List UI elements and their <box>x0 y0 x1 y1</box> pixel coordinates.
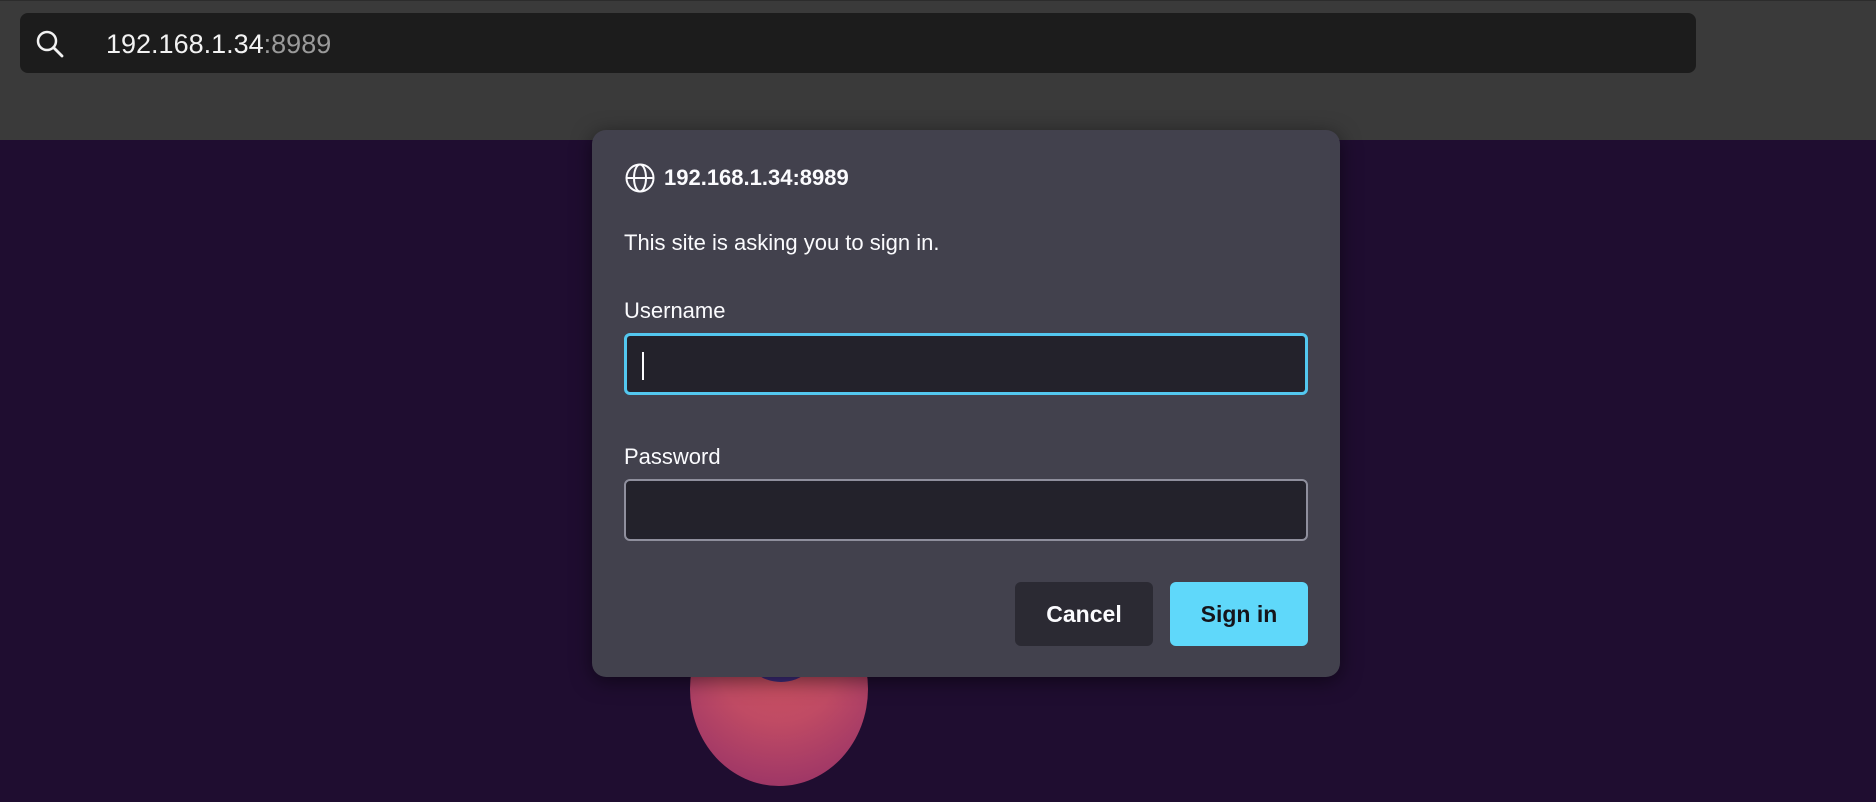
address-bar[interactable]: 192.168.1.34:8989 <box>20 13 1696 73</box>
search-icon <box>36 30 64 58</box>
sign-in-dialog: 192.168.1.34:8989 This site is asking yo… <box>592 130 1340 677</box>
cancel-button[interactable]: Cancel <box>1015 582 1153 646</box>
password-label: Password <box>624 444 721 469</box>
dialog-host: 192.168.1.34:8989 <box>664 165 849 190</box>
dialog-header: 192.168.1.34:8989 <box>624 162 849 194</box>
url-host: 192.168.1.34 <box>106 29 264 59</box>
username-label: Username <box>624 298 726 323</box>
text-cursor <box>642 352 644 380</box>
globe-icon <box>625 163 655 193</box>
url-text[interactable]: 192.168.1.34:8989 <box>106 13 331 73</box>
url-port: :8989 <box>263 29 332 59</box>
username-field[interactable] <box>624 333 1308 395</box>
sign-in-button[interactable]: Sign in <box>1170 582 1308 646</box>
password-field[interactable] <box>624 479 1308 541</box>
browser-toolbar: 192.168.1.34:8989 <box>0 0 1876 140</box>
dialog-message: This site is asking you to sign in. <box>624 230 940 255</box>
